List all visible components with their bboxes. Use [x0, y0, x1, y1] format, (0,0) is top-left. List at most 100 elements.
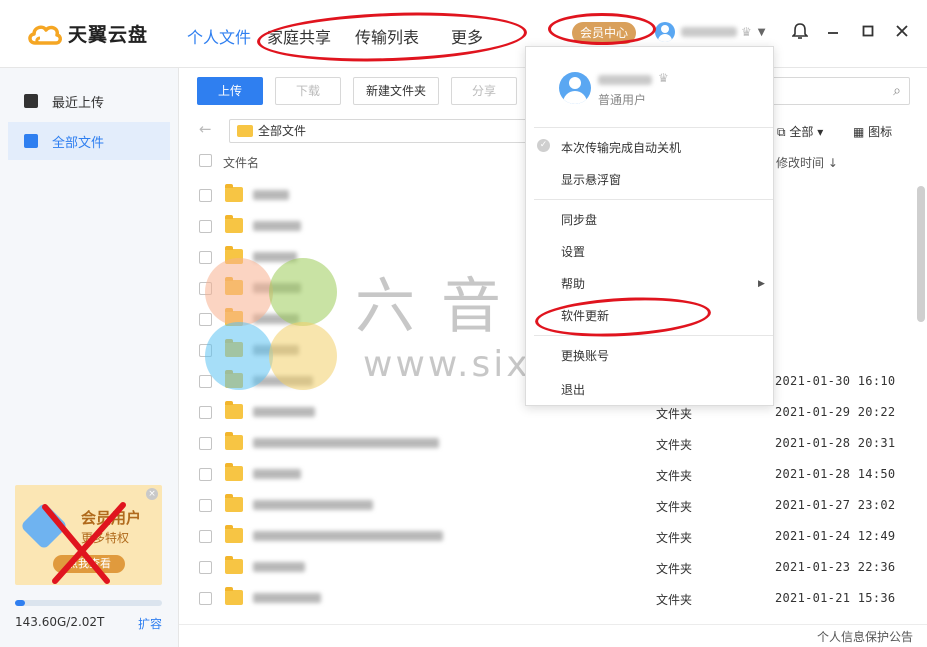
file-type: 文件夹 — [656, 438, 693, 452]
file-modified-time: 2021-01-21 15:36 — [775, 591, 896, 605]
user-menu-trigger[interactable]: ♛ ▼ — [655, 22, 765, 42]
menu-item-settings[interactable]: 设置 — [561, 243, 585, 260]
new-folder-button[interactable]: 新建文件夹 — [353, 77, 439, 105]
file-name-blurred[interactable] — [253, 500, 373, 510]
tab-family-share[interactable]: 家庭共享 — [267, 24, 331, 48]
file-name-blurred[interactable] — [253, 190, 289, 200]
file-name-blurred[interactable] — [253, 438, 439, 448]
file-name-blurred[interactable] — [253, 469, 301, 479]
back-arrow-icon[interactable]: ← — [199, 120, 212, 138]
menu-item-sync-disk[interactable]: 同步盘 — [561, 211, 597, 228]
row-checkbox[interactable] — [199, 344, 212, 357]
file-name-blurred[interactable] — [253, 283, 301, 293]
file-name-blurred[interactable] — [253, 252, 297, 262]
crown-icon: ♛ — [658, 71, 669, 85]
row-checkbox[interactable] — [199, 251, 212, 264]
maximize-icon[interactable] — [858, 22, 878, 42]
minimize-icon[interactable] — [823, 22, 843, 42]
menu-item-show-float[interactable]: 显示悬浮窗 — [561, 171, 621, 188]
row-checkbox[interactable] — [199, 406, 212, 419]
sort-icon: ⧉ — [777, 125, 790, 139]
file-name-blurred[interactable] — [253, 345, 299, 355]
tab-transfer-list[interactable]: 传输列表 — [355, 24, 419, 48]
menu-item-logout[interactable]: 退出 — [561, 381, 585, 398]
table-row[interactable]: 文件夹 2021-01-28 20:31 — [199, 428, 899, 459]
storage-bar — [15, 600, 162, 606]
tab-more[interactable]: 更多 — [451, 24, 483, 48]
close-icon[interactable] — [892, 22, 912, 42]
scrollbar[interactable] — [917, 186, 925, 322]
grid-icon: ▦ — [853, 125, 869, 139]
folder-icon — [225, 246, 243, 264]
filter-dropdown[interactable]: ⧉ 全部 ▾ — [777, 123, 823, 140]
clock-icon — [24, 94, 38, 108]
table-row[interactable]: 文件夹 2021-01-23 22:36 — [199, 552, 899, 583]
row-checkbox[interactable] — [199, 313, 212, 326]
storage-usage: 143.60G/2.02T — [15, 615, 105, 629]
row-checkbox[interactable] — [199, 282, 212, 295]
row-checkbox[interactable] — [199, 189, 212, 202]
search-icon[interactable]: ⌕ — [893, 83, 901, 99]
table-row[interactable]: 文件夹 2021-01-28 14:50 — [199, 459, 899, 490]
folder-icon — [225, 401, 243, 419]
select-all-checkbox[interactable] — [199, 154, 212, 167]
row-checkbox[interactable] — [199, 530, 212, 543]
user-name-blurred — [681, 27, 737, 37]
upload-button[interactable]: 上传 — [197, 77, 263, 105]
table-row[interactable]: 文件夹 2021-01-27 23:02 — [199, 490, 899, 521]
breadcrumb[interactable]: 全部文件 — [229, 119, 569, 143]
menu-item-help[interactable]: 帮助 — [561, 275, 585, 292]
menu-item-switch-account[interactable]: 更换账号 — [561, 347, 609, 364]
menu-item-software-update[interactable]: 软件更新 — [561, 307, 609, 324]
column-header-name[interactable]: 文件名 — [223, 154, 259, 171]
row-checkbox[interactable] — [199, 561, 212, 574]
row-checkbox[interactable] — [199, 468, 212, 481]
file-name-blurred[interactable] — [253, 562, 305, 572]
row-checkbox[interactable] — [199, 375, 212, 388]
row-checkbox[interactable] — [199, 592, 212, 605]
file-name-blurred[interactable] — [253, 531, 443, 541]
user-type: 普通用户 — [598, 93, 647, 107]
row-checkbox[interactable] — [199, 220, 212, 233]
folder-icon — [225, 215, 243, 233]
sidebar-item-recent-uploads[interactable]: 最近上传 — [8, 82, 170, 120]
file-modified-time: 2021-01-28 14:50 — [775, 467, 896, 481]
folder-icon — [225, 525, 243, 543]
vip-center-button[interactable]: 会员中心 — [572, 22, 636, 44]
tab-personal-files[interactable]: 个人文件 — [187, 24, 251, 48]
view-toggle[interactable]: ▦ 图标 — [853, 123, 892, 140]
row-checkbox[interactable] — [199, 499, 212, 512]
menu-item-auto-shutdown[interactable]: 本次传输完成自动关机 — [561, 139, 681, 156]
sidebar-item-label: 全部文件 — [52, 135, 105, 151]
file-name-blurred[interactable] — [253, 221, 301, 231]
folder-icon — [225, 463, 243, 481]
file-name-blurred[interactable] — [253, 407, 315, 417]
storage-bar-fill — [15, 600, 26, 606]
row-checkbox[interactable] — [199, 437, 212, 450]
privacy-notice-link[interactable]: 个人信息保护公告 — [817, 628, 913, 645]
menu-divider — [534, 335, 773, 336]
file-type: 文件夹 — [656, 469, 693, 483]
file-name-blurred[interactable] — [253, 314, 299, 324]
file-list-icon — [24, 134, 38, 148]
view-label: 图标 — [868, 125, 893, 139]
table-row[interactable]: 文件夹 2021-01-24 12:49 — [199, 521, 899, 552]
folder-icon — [225, 277, 243, 295]
file-name-blurred[interactable] — [253, 376, 313, 386]
folder-icon — [225, 339, 243, 357]
table-row[interactable]: 文件夹 2021-01-21 15:36 — [199, 583, 899, 614]
download-button[interactable]: 下载 — [275, 77, 341, 105]
main-nav: 个人文件 家庭共享 传输列表 更多 — [187, 24, 483, 48]
search-input[interactable]: ⌕ — [760, 77, 910, 105]
sidebar-item-all-files[interactable]: 全部文件 — [8, 122, 170, 160]
avatar-icon — [655, 22, 675, 42]
expand-storage-link[interactable]: 扩容 — [138, 615, 162, 632]
bell-icon[interactable] — [790, 22, 810, 42]
share-button[interactable]: 分享 — [451, 77, 517, 105]
check-icon: ✓ — [537, 139, 550, 152]
filter-label: 全部 — [789, 125, 814, 139]
vip-promo-banner[interactable]: 会员用户 更多特权 点我查看 × — [15, 485, 162, 585]
file-name-blurred[interactable] — [253, 593, 321, 603]
chevron-right-icon: ▶ — [758, 279, 765, 289]
column-header-modified[interactable]: 修改时间 ↓ — [776, 154, 838, 171]
